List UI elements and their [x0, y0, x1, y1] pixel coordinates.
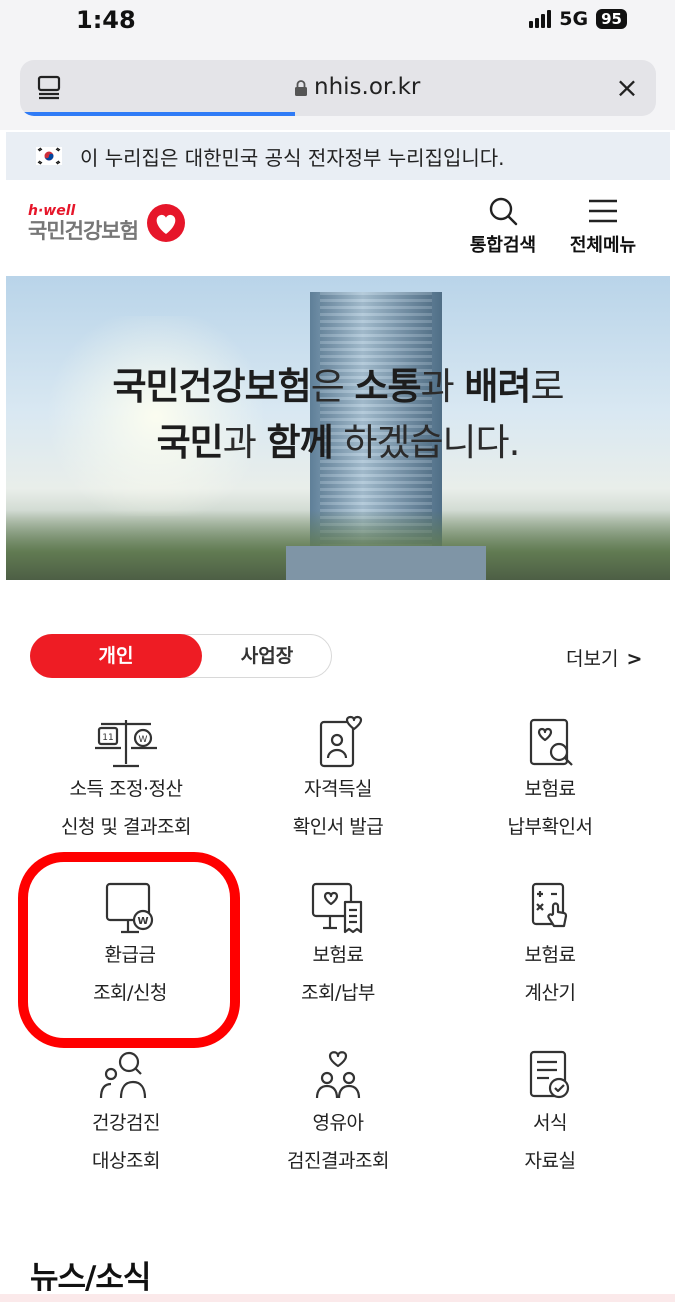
news-section-title: 뉴스/소식: [30, 1260, 151, 1296]
hero-text-bold: 함께: [266, 421, 334, 464]
hero-text: 과: [222, 421, 267, 464]
family-heart-icon: [315, 1051, 361, 1099]
hero-headline-line1: 국민건강보험은 소통과 배려로: [6, 356, 670, 410]
svg-text:11: 11: [102, 733, 113, 743]
more-label: 더보기: [566, 648, 619, 670]
integrated-search-button[interactable]: 통합검색: [466, 195, 540, 257]
tab-business[interactable]: 사업장: [203, 635, 331, 677]
hero-text-bold: 배려: [464, 365, 531, 408]
service-label-2: 대상조회: [92, 1150, 160, 1172]
search-icon: [489, 197, 518, 226]
svg-text:W: W: [139, 735, 148, 745]
more-link[interactable]: 더보기 >: [566, 644, 642, 671]
hero-banner[interactable]: 국민건강보험은 소통과 배려로 국민과 함께 하겠습니다.: [6, 276, 670, 580]
hero-text: 은: [310, 365, 355, 408]
gov-banner-text: 이 누리집은 대한민국 공식 전자정부 누리집입니다.: [80, 145, 505, 170]
menu-label: 전체메뉴: [569, 235, 637, 256]
site-header: h·well 국민건강보험 통합검색 전체메뉴: [0, 185, 675, 273]
service-infant-checkup[interactable]: 영유아 검진결과조회: [228, 1048, 448, 1180]
scale-icon: 11 W: [95, 720, 157, 768]
service-label-1: 보험료: [524, 778, 576, 800]
id-card-heart-icon: [319, 715, 363, 768]
service-label-2: 신청 및 결과조회: [61, 816, 191, 838]
address-bar[interactable]: nhis.or.kr ×: [20, 60, 656, 116]
service-label-2: 조회/납부: [301, 982, 375, 1004]
service-label-1: 건강검진: [92, 1112, 160, 1134]
load-progress-bar: [20, 112, 295, 116]
document-check-icon: [529, 1050, 570, 1099]
service-label-2: 납부확인서: [507, 816, 593, 838]
people-search-icon: [99, 1051, 147, 1099]
calculator-icon: [531, 882, 568, 928]
hero-text-bold: 국민: [156, 421, 224, 464]
signal-icon: [529, 10, 552, 28]
full-menu-button[interactable]: 전체메뉴: [562, 195, 644, 257]
hero-text: 하겠습니다.: [332, 421, 520, 464]
service-label-1: 보험료: [312, 944, 364, 966]
hero-text: 과: [420, 365, 465, 408]
user-type-toggle: 개인 사업장: [30, 634, 332, 678]
lock-icon: [295, 80, 307, 96]
korea-flag-icon: [36, 147, 62, 165]
heart-logo-icon: [147, 204, 185, 242]
battery-icon: 95: [596, 9, 627, 29]
hamburger-icon: [589, 199, 617, 223]
service-label-1: 자격득실: [304, 778, 372, 800]
service-label-1: 보험료: [524, 944, 576, 966]
payment-search-icon: [529, 718, 573, 766]
service-premium-payment[interactable]: 보험료 조회/납부: [228, 880, 448, 1012]
hero-headline-line2: 국민과 함께 하겠습니다.: [6, 412, 670, 466]
service-forms-library[interactable]: 서식 자료실: [440, 1048, 660, 1180]
service-income-adjustment[interactable]: 11 W 소득 조정·정산 신청 및 결과조회: [16, 714, 236, 846]
hero-text: 로: [530, 365, 565, 408]
service-eligibility-certificate[interactable]: 자격득실 확인서 발급: [228, 714, 448, 846]
service-label-2: 검진결과조회: [287, 1150, 389, 1172]
hero-base-image: [286, 546, 486, 580]
service-health-checkup[interactable]: 건강검진 대상조회: [16, 1048, 236, 1180]
tab-personal[interactable]: 개인: [30, 634, 202, 678]
news-section-strip: [0, 1294, 675, 1302]
page-menu-icon[interactable]: [36, 74, 62, 100]
url-domain[interactable]: nhis.or.kr: [314, 74, 420, 100]
search-label: 통합검색: [469, 235, 537, 256]
service-premium-calculator[interactable]: 보험료 계산기: [440, 880, 660, 1012]
monitor-receipt-icon: [311, 882, 363, 934]
service-payment-certificate[interactable]: 보험료 납부확인서: [440, 714, 660, 846]
gov-banner[interactable]: 이 누리집은 대한민국 공식 전자정부 누리집입니다.: [6, 132, 670, 180]
hero-text-bold: 소통: [354, 365, 422, 408]
status-bar: 1:48 5G 95: [0, 0, 675, 50]
highlight-annotation: [18, 852, 240, 1048]
close-icon[interactable]: ×: [612, 71, 642, 104]
hero-text-bold: 국민건강보험: [112, 365, 311, 408]
service-label-1: 영유아: [312, 1112, 364, 1134]
site-logo[interactable]: h·well 국민건강보험: [28, 203, 185, 245]
network-type: 5G: [559, 8, 589, 30]
service-label-2: 확인서 발급: [292, 816, 384, 838]
browser-toolbar: nhis.or.kr ×: [0, 50, 675, 130]
service-label-2: 계산기: [524, 982, 576, 1004]
service-label-1: 소득 조정·정산: [69, 778, 183, 800]
service-label-2: 자료실: [524, 1150, 576, 1172]
service-label-1: 서식: [533, 1112, 567, 1134]
chevron-right-icon: >: [626, 648, 643, 670]
logo-name: 국민건강보험: [28, 219, 139, 243]
status-time: 1:48: [76, 6, 136, 34]
status-right: 5G 95: [529, 8, 627, 30]
